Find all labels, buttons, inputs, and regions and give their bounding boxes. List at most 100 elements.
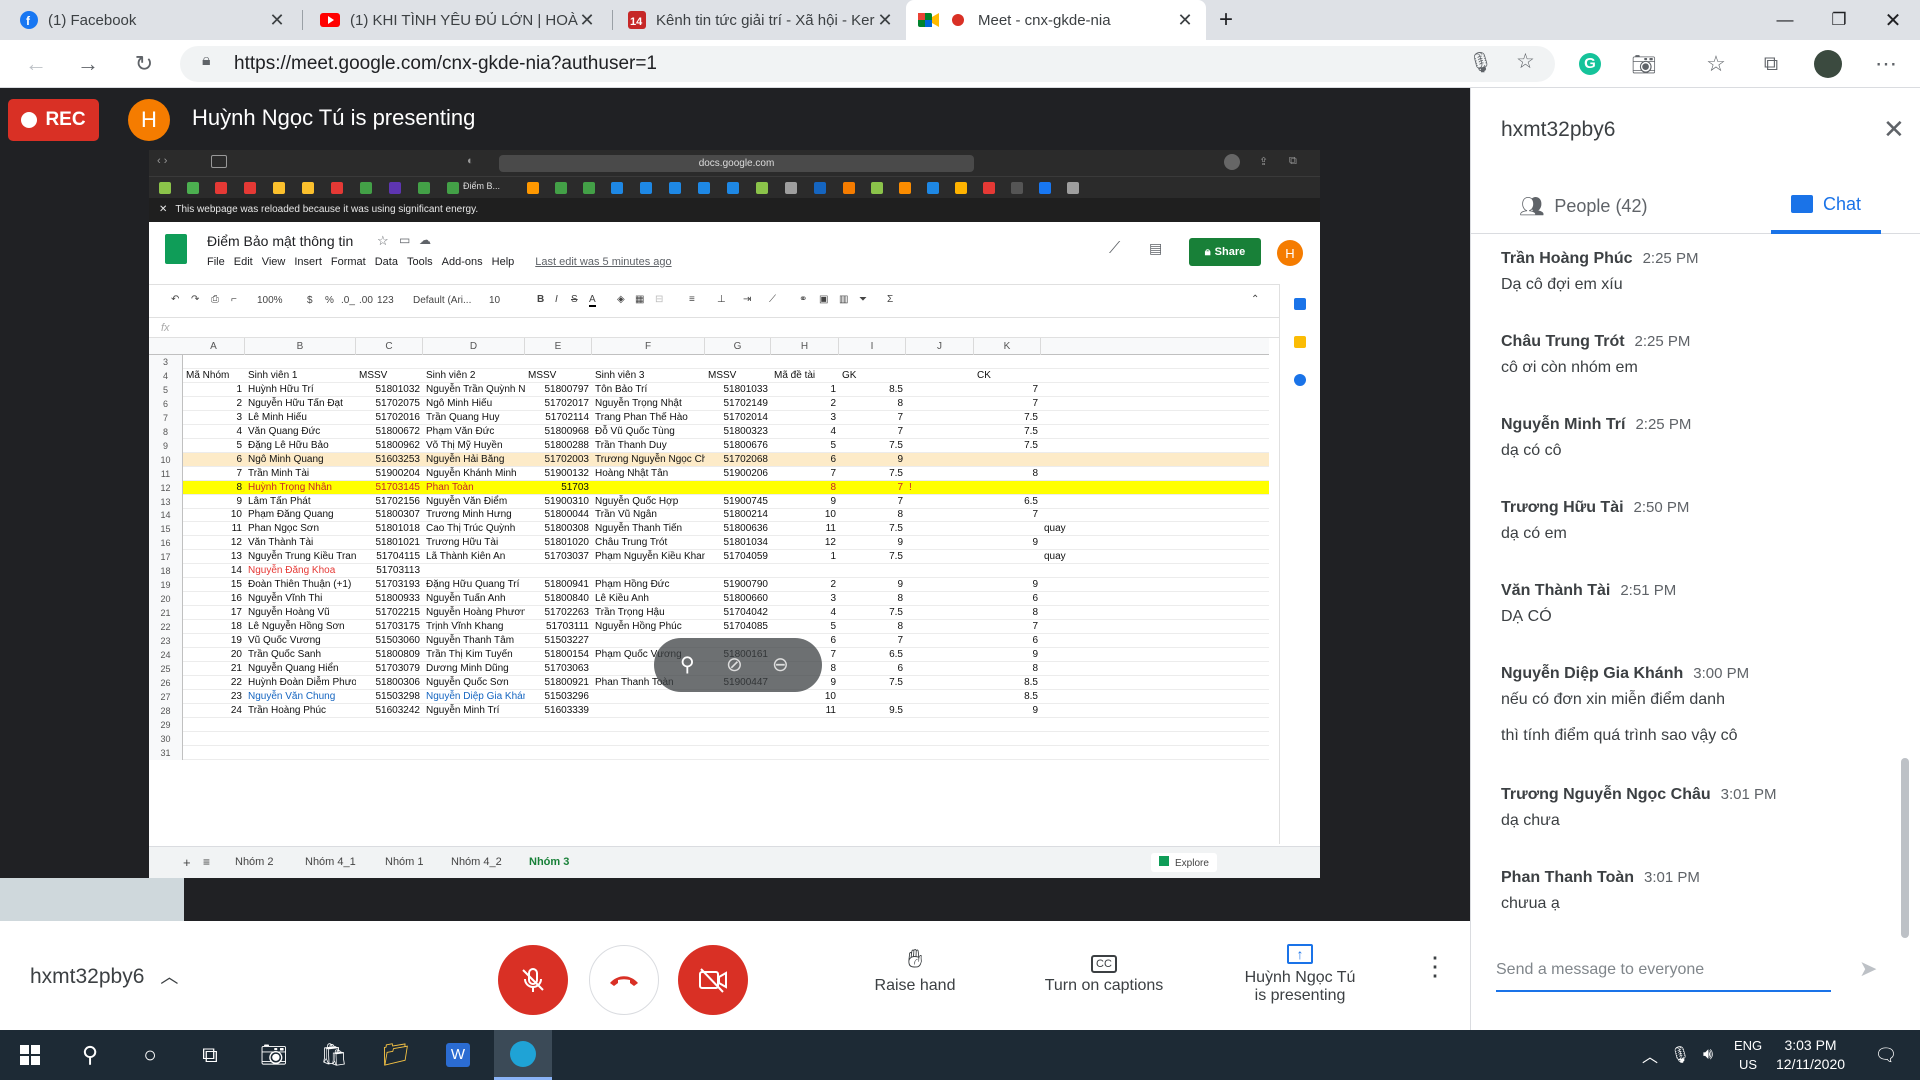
- table-cell: 4: [830, 607, 836, 619]
- search-icon[interactable]: ⚲: [66, 1030, 114, 1080]
- table-cell: Sinh viên 2: [426, 369, 476, 381]
- forward-arrow-icon[interactable]: →: [72, 48, 104, 80]
- browser-tab-meet[interactable]: Meet - cnx-gkde-nia ✕: [906, 0, 1206, 40]
- volume-icon[interactable]: 🔊︎: [1684, 1030, 1732, 1080]
- doc-title: Điểm Bảo mật thông tin: [207, 233, 354, 249]
- new-tab-button[interactable]: +: [1206, 0, 1246, 40]
- table-cell: Đoàn Thiên Thuận (+1): [248, 579, 352, 591]
- language-indicator[interactable]: ENG US: [1734, 1036, 1762, 1074]
- table-cell: Phạm Văn Đức: [426, 425, 495, 437]
- presenting-button[interactable]: ↑ Huỳnh Ngọc Tú is presenting: [1232, 935, 1368, 1005]
- table-cell: 51704059: [723, 551, 769, 563]
- filter-icon: ⏷: [859, 294, 867, 305]
- menu-view: View: [261, 256, 286, 268]
- edge-taskbar-icon[interactable]: [494, 1030, 552, 1080]
- undo-icon: ↶: [171, 294, 180, 305]
- more-menu-icon[interactable]: ⋯: [1870, 48, 1902, 80]
- maximize-icon[interactable]: ❐: [1812, 0, 1866, 40]
- raise-hand-button[interactable]: ✋︎ Raise hand: [870, 943, 960, 995]
- minimize-icon[interactable]: —: [1758, 0, 1812, 40]
- store-icon[interactable]: 🛍︎: [310, 1030, 358, 1080]
- microphone-toggle-button[interactable]: [498, 945, 568, 1015]
- clock[interactable]: 3:03 PM 12/11/2020: [1776, 1036, 1845, 1074]
- meeting-details-button[interactable]: hxmt32pby6 ︿: [30, 963, 178, 989]
- send-icon[interactable]: ➤: [1859, 956, 1877, 982]
- clock-date: 12/11/2020: [1776, 1056, 1846, 1072]
- back-arrow-icon[interactable]: ←: [20, 48, 52, 80]
- file-explorer-icon[interactable]: 📁︎: [372, 1030, 420, 1080]
- folder-icon: ▭: [399, 233, 411, 247]
- table-cell: 51704115: [376, 551, 420, 563]
- notifications-icon[interactable]: 🗨︎: [1862, 1030, 1910, 1080]
- star-icon[interactable]: ☆: [1516, 49, 1535, 74]
- chat-input[interactable]: Send a message to everyone: [1496, 948, 1831, 992]
- message-text: dạ có em: [1501, 525, 1567, 542]
- table-cell: 13: [230, 551, 242, 563]
- camera-icon[interactable]: 📷︎: [1628, 48, 1660, 80]
- cortana-icon[interactable]: ○: [126, 1030, 174, 1080]
- table-cell: MSSV: [528, 369, 557, 381]
- table-cell: Nguyễn Trung Kiều Trang: [248, 551, 356, 563]
- table-cell: Nguyễn Vĩnh Thi: [248, 593, 323, 605]
- grammarly-icon[interactable]: G: [1574, 48, 1606, 80]
- close-tab-icon[interactable]: ✕: [876, 10, 894, 31]
- close-window-icon[interactable]: ✕: [1866, 0, 1920, 40]
- self-video-thumbnail[interactable]: [0, 878, 184, 921]
- close-panel-icon[interactable]: ✕: [1883, 114, 1905, 145]
- sheets-logo-icon: [165, 234, 187, 264]
- table-cell: 51800323: [723, 425, 769, 437]
- captions-button[interactable]: CC Turn on captions: [1036, 943, 1172, 995]
- table-row: 13 9 Lâm Tấn Phát 51702156 Nguyễn Văn Điểm 51…: [149, 494, 1269, 509]
- camera-toggle-button[interactable]: [678, 945, 748, 1015]
- task-view-icon[interactable]: ⧉: [186, 1030, 234, 1080]
- bookmark-icon: [927, 182, 939, 194]
- tab-chat[interactable]: Chat: [1771, 178, 1881, 234]
- microphone-icon[interactable]: 🎙︎: [1468, 50, 1493, 75]
- table-row: 3: [149, 355, 1269, 369]
- word-icon[interactable]: W: [434, 1030, 482, 1080]
- sender-name: Trương Nguyễn Ngọc Châu: [1501, 786, 1711, 803]
- close-tab-icon[interactable]: ✕: [268, 10, 286, 31]
- table-cell: 51800307: [375, 509, 421, 521]
- address-bar[interactable]: 🔒︎ https://meet.google.com/cnx-gkde-nia?…: [180, 46, 1555, 82]
- table-cell: Văn Quang Đức: [248, 425, 321, 437]
- message-text: chưua ạ: [1501, 895, 1560, 912]
- table-cell: Đỗ Vũ Quốc Tùng: [595, 425, 675, 437]
- row-number: 16: [149, 536, 183, 551]
- leave-call-button[interactable]: [589, 945, 659, 1015]
- message-text: thì tính điểm quá trình sao vậy cô: [1501, 727, 1738, 744]
- sheet-tab-active: Nhóm 3: [529, 856, 570, 868]
- menu-addons: Add-ons: [441, 256, 483, 268]
- browser-tab-strip: f (1) Facebook ✕ (1) KHI TÌNH YÊU ĐỦ LỚN…: [0, 0, 1920, 40]
- tab-people[interactable]: 👥︎ People (42): [1519, 178, 1647, 234]
- row-number: 18: [149, 564, 183, 579]
- menu-tools: Tools: [406, 256, 433, 268]
- windows-start-icon[interactable]: [6, 1030, 54, 1080]
- table-cell: Lê Minh Hiếu: [248, 411, 307, 423]
- favorites-icon[interactable]: ☆: [1700, 48, 1732, 80]
- browser-tab-news[interactable]: 14 Kênh tin tức giải trí - Xã hội - Ker …: [616, 0, 906, 40]
- table-cell: Nguyễn Quốc Sơn: [426, 676, 509, 688]
- profile-avatar[interactable]: [1812, 48, 1844, 80]
- table-cell: Ngô Minh Quang: [248, 453, 324, 465]
- table-cell: 7.5: [889, 467, 903, 479]
- camera-app-icon[interactable]: 📷︎: [250, 1030, 298, 1080]
- chat-scrollbar[interactable]: [1901, 758, 1909, 938]
- align-icon: ≡: [689, 294, 695, 305]
- reload-icon[interactable]: ↻: [128, 48, 160, 80]
- table-cell: 51801033: [723, 383, 769, 395]
- sheets-icon: [555, 182, 567, 194]
- close-tab-icon[interactable]: ✕: [578, 10, 596, 31]
- table-cell: Châu Trung Trót: [595, 537, 668, 549]
- table-row: 7 3 Lê Minh Hiếu 51702016 Trần Quang Huy 5170…: [149, 410, 1269, 425]
- table-row: 31: [149, 745, 1269, 760]
- browser-tab-facebook[interactable]: f (1) Facebook ✕: [8, 0, 298, 40]
- browser-tab-youtube[interactable]: (1) KHI TÌNH YÊU ĐỦ LỚN | HOÀ ✕: [308, 0, 608, 40]
- drive-icon: [698, 182, 710, 194]
- more-options-icon[interactable]: ⋮: [1420, 951, 1450, 982]
- collections-icon[interactable]: ⧉: [1755, 48, 1787, 80]
- panel-tabs: 👥︎ People (42) Chat: [1471, 178, 1920, 234]
- table-row: 18 14 Nguyễn Đăng Khoa 51703113: [149, 564, 1269, 579]
- close-tab-icon[interactable]: ✕: [1176, 10, 1194, 31]
- column-header: F: [592, 338, 705, 355]
